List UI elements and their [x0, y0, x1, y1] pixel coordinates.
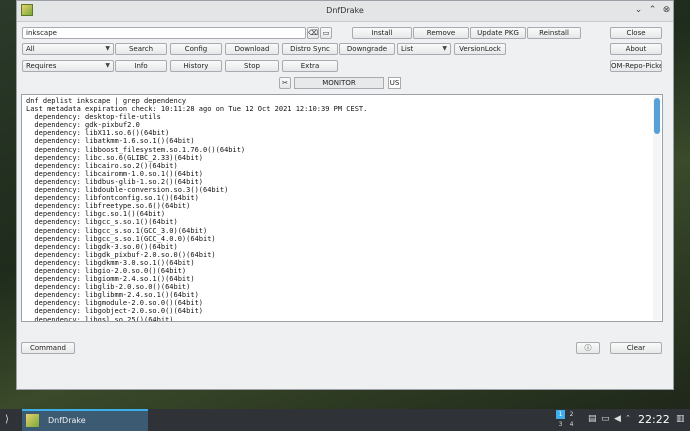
- app-launcher-icon[interactable]: ⟩: [5, 414, 9, 425]
- update-pkg-button[interactable]: Update PKG: [470, 27, 526, 39]
- app-icon: [26, 414, 39, 427]
- requires-select-value: Requires: [26, 62, 57, 70]
- clock[interactable]: 22:22: [638, 413, 670, 426]
- filter-select-value: All: [26, 45, 35, 53]
- chevron-down-icon: ▼: [105, 62, 110, 69]
- config-button[interactable]: Config: [170, 43, 222, 55]
- filter-select[interactable]: All ▼: [22, 43, 114, 55]
- close-button[interactable]: Close: [610, 27, 662, 39]
- clipboard-icon[interactable]: ▤: [588, 414, 597, 424]
- info-button[interactable]: Info: [115, 60, 167, 72]
- output-console[interactable]: dnf deplist inkscape | grep dependency L…: [21, 94, 663, 322]
- info-circle-icon[interactable]: ⓘ: [576, 342, 600, 354]
- dnfdrake-window: DnfDrake ⌄ ⌃ ⊗ inkscape ⌫ ▭ Install Remo…: [16, 0, 674, 390]
- pin-icon[interactable]: ✂: [279, 77, 291, 89]
- download-button[interactable]: Download: [225, 43, 279, 55]
- taskbar: ⟩ DnfDrake 1 2 3 4 ▤ ▭ ◀ ⌃ 22:22 ▥: [0, 409, 690, 431]
- taskbar-item-dnfdrake[interactable]: DnfDrake: [22, 409, 148, 431]
- extra-button[interactable]: Extra: [282, 60, 338, 72]
- desktop-1[interactable]: 1: [556, 410, 565, 419]
- stop-button[interactable]: Stop: [225, 60, 279, 72]
- clear-search-icon[interactable]: ⌫: [307, 27, 319, 39]
- monitor-label: MONITOR: [294, 77, 384, 89]
- taskbar-item-label: DnfDrake: [48, 416, 86, 425]
- virtual-desktop-pager[interactable]: 1 2 3 4: [556, 410, 576, 430]
- requires-select[interactable]: Requires ▼: [22, 60, 114, 72]
- minimize-icon[interactable]: ⌄: [633, 5, 644, 16]
- vertical-scrollbar[interactable]: [653, 96, 661, 320]
- list-mode-select[interactable]: List ▼: [397, 43, 451, 55]
- folder-icon[interactable]: ▭: [320, 27, 332, 39]
- scroll-thumb[interactable]: [654, 98, 660, 134]
- reinstall-button[interactable]: Reinstall: [527, 27, 581, 39]
- om-repo-picker-button[interactable]: OM-Repo-Picker: [610, 60, 662, 72]
- chevron-down-icon: ▼: [105, 45, 110, 52]
- close-window-icon[interactable]: ⊗: [661, 5, 672, 16]
- clear-button[interactable]: Clear: [610, 342, 662, 354]
- search-input[interactable]: inkscape: [22, 27, 306, 39]
- history-button[interactable]: History: [170, 60, 222, 72]
- command-button[interactable]: Command: [21, 342, 75, 354]
- downgrade-button[interactable]: Downgrade: [339, 43, 395, 55]
- desktop-3[interactable]: 3: [556, 420, 565, 429]
- window-title: DnfDrake: [326, 6, 364, 15]
- network-icon[interactable]: ▭: [601, 414, 610, 424]
- distro-sync-button[interactable]: Distro Sync: [282, 43, 338, 55]
- maximize-icon[interactable]: ⌃: [647, 5, 658, 16]
- chevron-down-icon: ▼: [442, 45, 447, 52]
- about-button[interactable]: About: [610, 43, 662, 55]
- keyboard-layout: US: [388, 77, 401, 89]
- desktop-4[interactable]: 4: [567, 420, 576, 429]
- versionlock-button[interactable]: VersionLock: [454, 43, 506, 55]
- desktop-2[interactable]: 2: [567, 410, 576, 419]
- volume-icon[interactable]: ◀: [614, 414, 621, 424]
- tray-expand-icon[interactable]: ⌃: [625, 414, 631, 422]
- output-text: dnf deplist inkscape | grep dependency L…: [26, 97, 368, 322]
- search-button[interactable]: Search: [115, 43, 167, 55]
- remove-button[interactable]: Remove: [413, 27, 469, 39]
- install-button[interactable]: Install: [352, 27, 412, 39]
- trash-icon[interactable]: ▥: [676, 414, 685, 424]
- list-mode-value: List: [401, 45, 414, 53]
- title-bar[interactable]: DnfDrake ⌄ ⌃ ⊗: [17, 1, 673, 22]
